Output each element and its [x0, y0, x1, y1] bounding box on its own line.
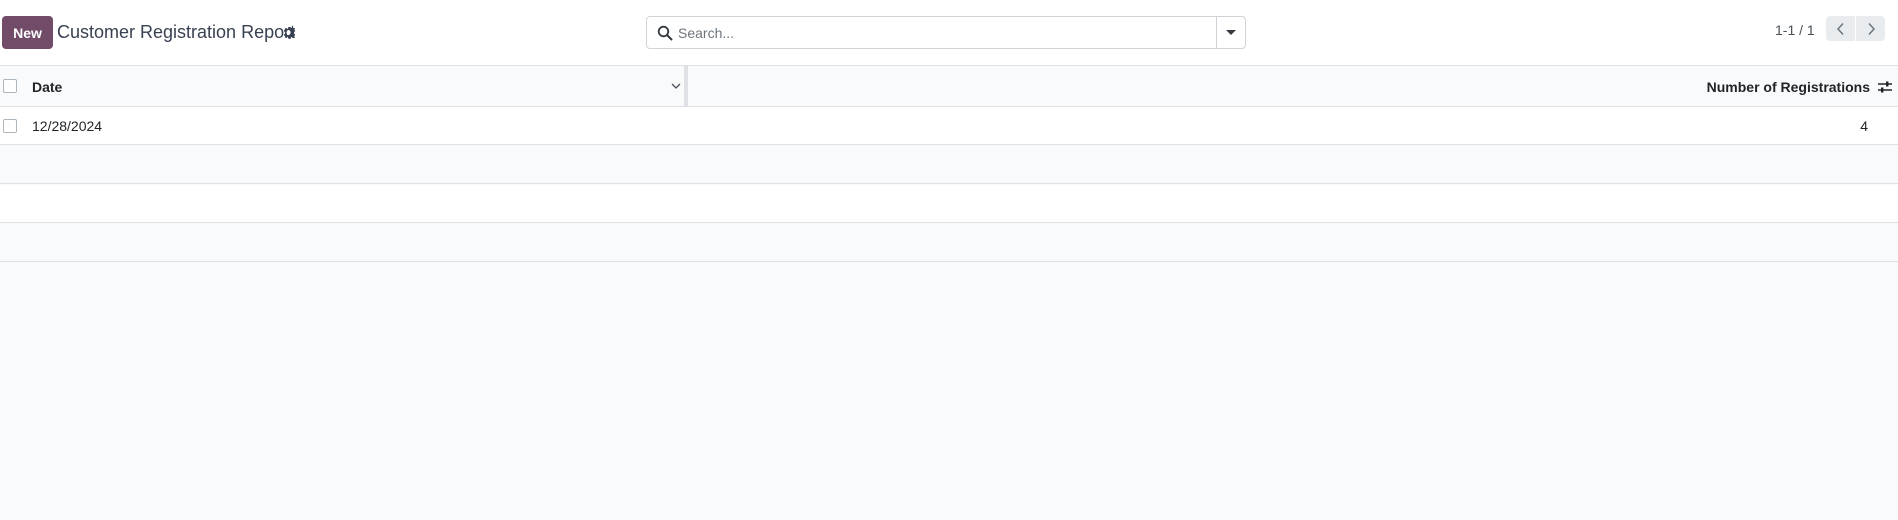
cell-number-of-registrations: 4: [1860, 118, 1868, 134]
page-title: Customer Registration Report: [57, 22, 296, 42]
pager-next-button[interactable]: [1856, 16, 1885, 41]
chevron-right-icon: [1867, 22, 1875, 35]
cell-date: 12/28/2024: [32, 118, 103, 134]
pager-previous-button[interactable]: [1826, 16, 1855, 41]
gear-icon[interactable]: [282, 25, 297, 40]
search-options-toggle[interactable]: [1216, 17, 1245, 48]
empty-row: [0, 146, 1898, 184]
search-icon: [657, 25, 673, 41]
sliders-icon[interactable]: [1877, 80, 1893, 94]
select-all-checkbox[interactable]: [3, 79, 17, 93]
empty-row: [0, 224, 1898, 262]
new-button[interactable]: New: [2, 16, 53, 49]
control-panel: New Customer Registration Report 1-1 / 1: [0, 0, 1898, 65]
list-view: Date Number of Registrations 12/28/2024 …: [0, 65, 1898, 520]
table-row[interactable]: 12/28/2024 4: [0, 107, 1898, 145]
empty-row: [0, 185, 1898, 223]
pager-value[interactable]: 1-1 / 1: [1775, 22, 1815, 38]
column-header-date[interactable]: Date: [32, 79, 62, 95]
chevron-down-icon[interactable]: [670, 80, 682, 92]
chevron-left-icon: [1836, 22, 1844, 35]
column-header-number-of-registrations[interactable]: Number of Registrations: [1707, 79, 1870, 95]
column-resize-handle[interactable]: [684, 66, 688, 107]
table-header: Date Number of Registrations: [0, 66, 1898, 107]
search-input[interactable]: [678, 18, 1248, 47]
caret-down-icon: [1226, 30, 1236, 35]
search-bar: [646, 16, 1248, 49]
row-checkbox[interactable]: [3, 119, 17, 133]
